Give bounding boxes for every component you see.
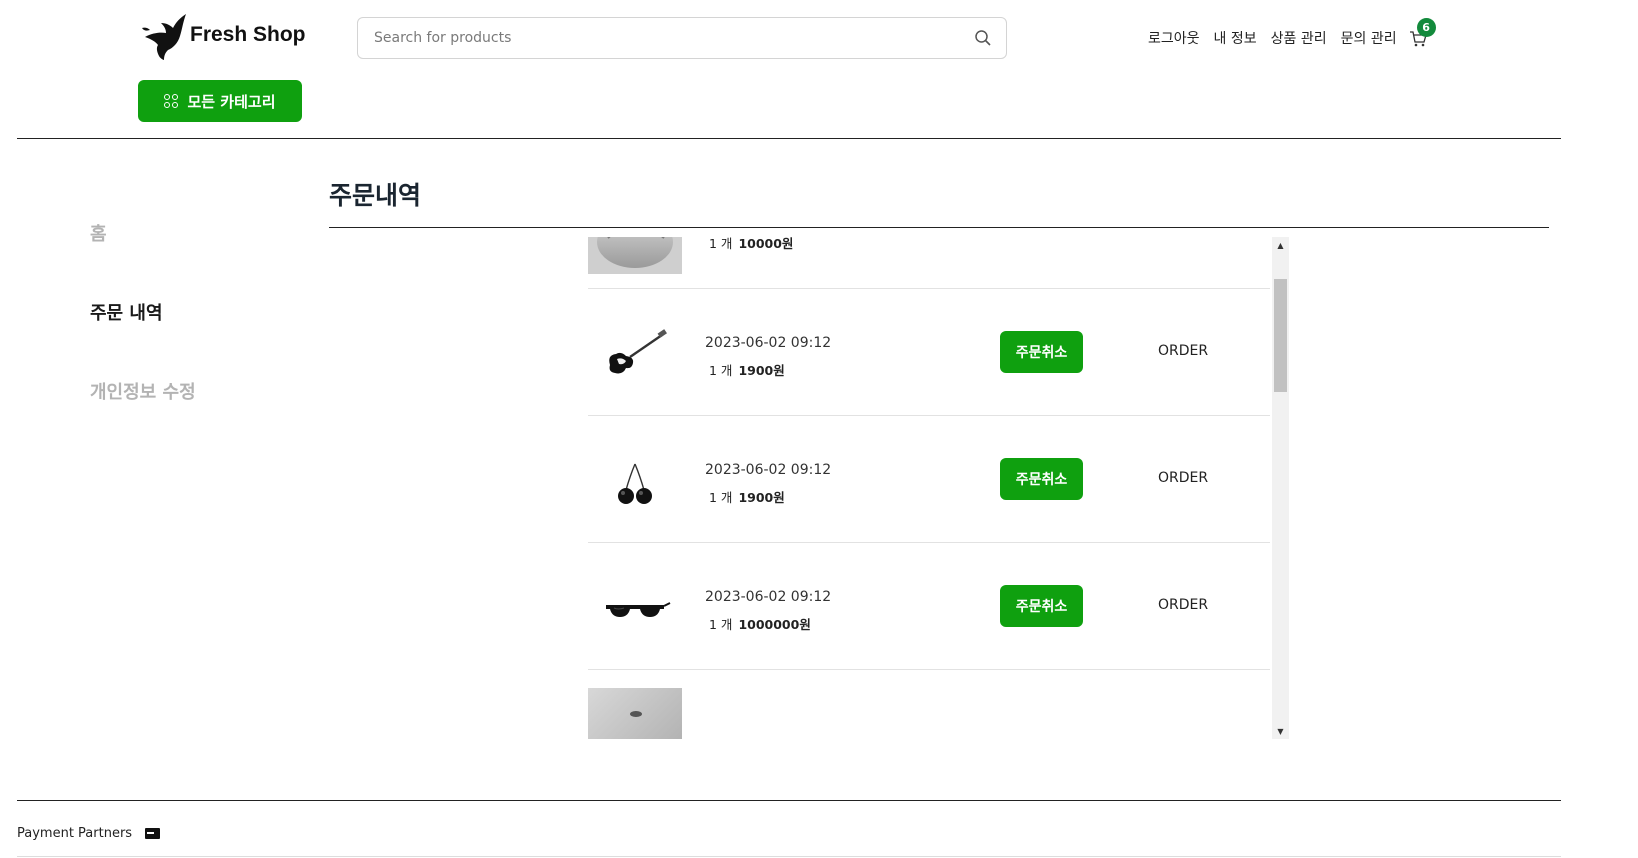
product-thumbnail[interactable]	[588, 561, 682, 655]
order-row: 2023-06-02 09:12 1 개 1900원 주문취소 ORDER	[588, 289, 1270, 416]
product-thumbnail[interactable]	[588, 434, 682, 528]
order-status: ORDER	[1158, 343, 1209, 359]
order-status: ORDER	[1158, 470, 1209, 486]
footer-divider	[17, 800, 1561, 801]
cancel-order-button[interactable]: 주문취소	[1000, 331, 1083, 373]
sidebar-item-order-history[interactable]: 주문 내역	[90, 299, 163, 325]
page-title: 주문내역	[329, 181, 422, 210]
orders-list: 1 개 10000원 2023-06-02 09:12 1 개 1900원 주문취소…	[588, 237, 1270, 739]
order-price: 1000000원	[738, 617, 811, 632]
order-row: 1 개 10000원	[588, 237, 1270, 289]
sidebar-item-edit-profile[interactable]: 개인정보 수정	[90, 378, 196, 404]
top-nav: 로그아웃 내 정보 상품 관리 문의 관리 6	[1148, 18, 1436, 48]
order-row: 2023-06-02 09:12 1 개 1900원 주문취소 ORDER	[588, 416, 1270, 543]
order-price: 1900원	[738, 363, 785, 378]
logo[interactable]: Fresh Shop	[140, 12, 306, 62]
order-qty: 1 개	[709, 237, 733, 251]
payment-partners: Payment Partners	[17, 826, 161, 841]
header-divider	[17, 138, 1561, 139]
footer-bottom-divider	[17, 856, 1561, 857]
sidebar-item-home[interactable]: 홈	[90, 220, 107, 246]
order-qty: 1 개	[709, 617, 733, 632]
credit-card-icon	[145, 828, 161, 839]
product-thumbnail[interactable]	[588, 237, 682, 274]
order-qty-price: 1 개 1000000원	[709, 614, 811, 633]
gray-object-photo-icon	[588, 688, 682, 739]
order-price: 10000원	[738, 237, 794, 251]
order-status: ORDER	[1158, 597, 1209, 613]
order-row	[588, 670, 1270, 739]
product-thumbnail[interactable]	[588, 688, 682, 739]
site-header: Fresh Shop 모든 카테고리 로그아웃 내 정보 상품 관리 문의 관리…	[0, 0, 1638, 138]
search-bar	[357, 17, 1007, 59]
scroll-down-arrow-icon[interactable]: ▼	[1272, 723, 1289, 739]
order-date: 2023-06-02 09:12	[705, 335, 832, 351]
orders-scrollbar[interactable]: ▲ ▼	[1272, 237, 1289, 739]
logo-text: Fresh Shop	[190, 23, 306, 46]
order-row: 2023-06-02 09:12 1 개 1000000원 주문취소 ORDER	[588, 543, 1270, 670]
orders-scroll-area[interactable]: 1 개 10000원 2023-06-02 09:12 1 개 1900원 주문취소…	[588, 237, 1270, 739]
title-divider	[329, 227, 1549, 228]
search-input[interactable]	[358, 18, 974, 58]
order-qty-price: 1 개 10000원	[709, 237, 793, 252]
cherries-icon	[618, 463, 652, 504]
order-qty-price: 1 개 1900원	[709, 487, 785, 506]
dove-logo-icon	[142, 14, 186, 60]
scroll-thumb[interactable]	[1274, 279, 1287, 392]
sunglasses-icon	[606, 602, 671, 617]
search-icon[interactable]	[974, 29, 992, 47]
payment-partners-label: Payment Partners	[17, 826, 133, 841]
grid-icon	[164, 94, 179, 108]
cart-button[interactable]: 6	[1409, 18, 1436, 48]
product-thumbnail[interactable]	[588, 307, 682, 401]
product-management-link[interactable]: 상품 관리	[1271, 28, 1327, 48]
order-qty-price: 1 개 1900원	[709, 360, 785, 379]
order-date: 2023-06-02 09:12	[705, 589, 832, 605]
my-info-link[interactable]: 내 정보	[1214, 28, 1257, 48]
order-price: 1900원	[738, 490, 785, 505]
cart-count-badge: 6	[1416, 18, 1436, 37]
gray-object-photo-icon	[588, 237, 682, 274]
cancel-order-button[interactable]: 주문취소	[1000, 458, 1083, 500]
cancel-order-button[interactable]: 주문취소	[1000, 585, 1083, 627]
inquiry-management-link[interactable]: 문의 관리	[1341, 28, 1397, 48]
all-categories-label: 모든 카테고리	[187, 92, 276, 111]
order-qty: 1 개	[709, 490, 733, 505]
order-date: 2023-06-02 09:12	[705, 462, 832, 478]
logout-link[interactable]: 로그아웃	[1148, 28, 1200, 48]
order-qty: 1 개	[709, 363, 733, 378]
guitar-icon	[609, 329, 667, 374]
scroll-up-arrow-icon[interactable]: ▲	[1272, 237, 1289, 253]
all-categories-button[interactable]: 모든 카테고리	[138, 80, 302, 122]
